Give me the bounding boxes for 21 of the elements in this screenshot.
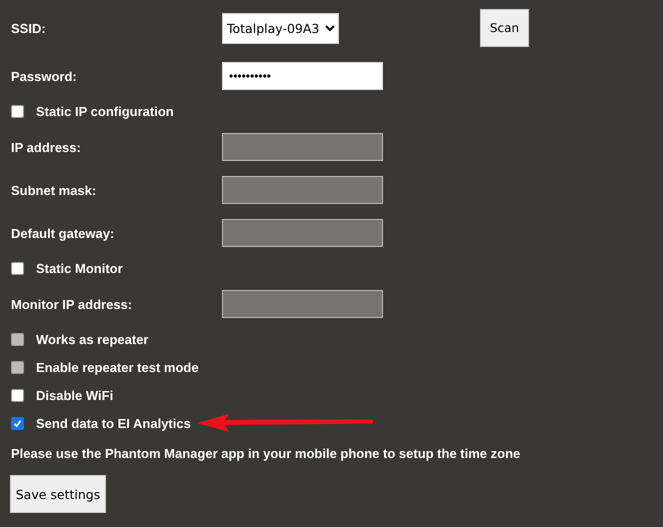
field-label: SSID: (11, 20, 47, 36)
scan-button[interactable]: Scan (480, 9, 529, 47)
field-label: Password: (11, 68, 78, 84)
checkbox[interactable] (11, 388, 24, 402)
checkbox-label: Disable WiFi (36, 388, 114, 402)
checkbox[interactable] (11, 416, 24, 430)
checkbox[interactable] (11, 262, 24, 274)
checkbox-label: Send data to EI Analytics (36, 416, 191, 430)
checkbox-label: Enable repeater test mode (36, 360, 199, 374)
checkbox-label: Static Monitor (36, 260, 123, 276)
checkbox-label: Works as repeater (36, 332, 148, 346)
checkbox[interactable] (11, 104, 24, 118)
field-label: Default gateway: (11, 226, 116, 240)
ssid-dropdown[interactable]: Totalplay-09A3 (222, 12, 339, 44)
field-label: IP address: (11, 140, 82, 154)
field-label: Monitor IP address: (11, 296, 134, 312)
save-button[interactable]: Save settings (10, 475, 106, 513)
checkbox-label: Static IP configuration (36, 104, 174, 118)
field-label: Subnet mask: (11, 182, 98, 198)
input-field[interactable]: •••••••••• (222, 62, 383, 90)
timezone-note: Please use the Phantom Manager app in your mobile phone to setup the time zone (11, 446, 522, 461)
